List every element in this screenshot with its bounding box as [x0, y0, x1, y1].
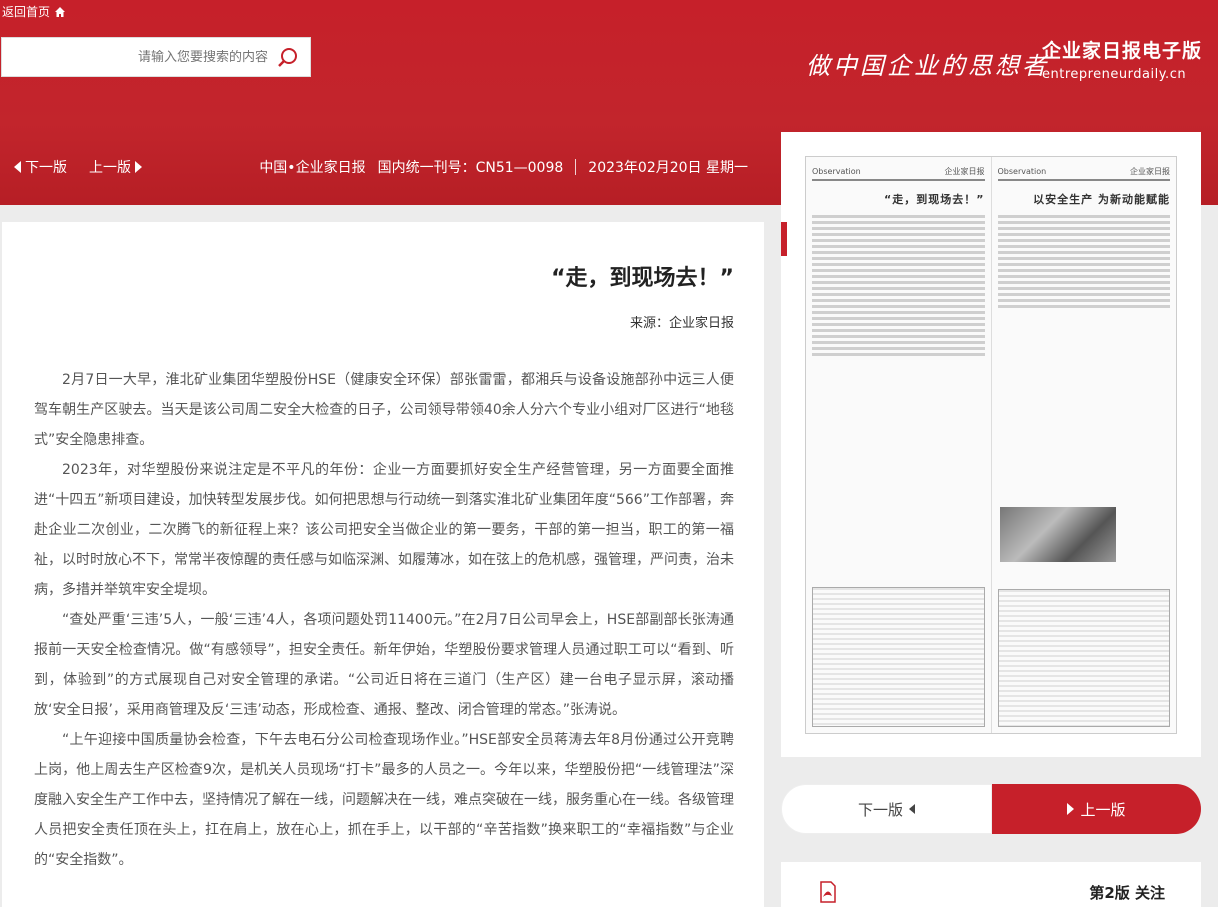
article-body: 2月7日一大早，淮北矿业集团华塑股份HSE（健康安全环保）部张雷雷，都湘兵与设备…	[34, 365, 734, 875]
newspaper-right-page[interactable]: Observation 企业家日报 以安全生产 为新动能赋能	[992, 157, 1177, 733]
article-paragraph: 2023年，对华塑股份来说注定是不平凡的年份：企业一方面要抓好安全生产经营管理，…	[34, 462, 734, 598]
newspaper-masthead: 企业家日报	[944, 166, 985, 176]
prev-page-label[interactable]: 上一版	[1080, 799, 1125, 820]
newspaper-head: Observation 企业家日报	[812, 163, 985, 181]
section-list: 第2版 关注	[781, 862, 1201, 907]
search-input[interactable]	[28, 49, 268, 65]
article-title: “走，到现场去！”	[551, 266, 734, 291]
arrow-left-icon	[909, 804, 915, 814]
arrow-right-icon	[1067, 803, 1075, 815]
issue-strip: 下一版 上一版 中国•企业家日报 国内统一刊号：CN51—0098 2023年0…	[0, 132, 764, 202]
home-link[interactable]: 返回首页	[2, 3, 66, 20]
newspaper-tag: Observation	[812, 166, 861, 176]
article-source: 来源：企业家日报	[629, 316, 734, 331]
page-pager: 下一版 上一版	[781, 784, 1201, 834]
newspaper-photo	[999, 507, 1116, 562]
arrow-right-icon	[135, 161, 142, 173]
next-page-button[interactable]: 下一版	[781, 784, 992, 834]
top-next-page-link[interactable]: 下一版	[14, 157, 67, 177]
newspaper-headline: 以安全生产 为新动能赋能	[1033, 193, 1170, 206]
issue-date: 2023年02月20日 星期一	[588, 160, 748, 176]
brand-title: 企业家日报电子版	[1041, 40, 1202, 62]
top-prev-page-link[interactable]: 上一版	[89, 157, 142, 177]
top-next-page-label[interactable]: 下一版	[25, 157, 67, 177]
arrow-left-icon	[14, 161, 21, 173]
thumbnail-marker	[781, 222, 787, 256]
pdf-icon[interactable]	[817, 881, 837, 903]
divider	[575, 159, 577, 175]
newspaper-tag: Observation	[997, 166, 1047, 176]
article-panel: “走，到现场去！” 来源：企业家日报 2月7日一大早，淮北矿业集团华塑股份HSE…	[2, 222, 764, 907]
newspaper-table-block	[997, 589, 1170, 727]
newspaper-head: Observation 企业家日报	[997, 163, 1170, 181]
brand-slogan: 做中国企业的思想者	[806, 52, 1049, 80]
newspaper-text	[997, 215, 1170, 308]
article-paragraph: “上午迎接中国质量协会检查，下午去电石分公司检查现场作业。”HSE部安全员蒋涛去…	[34, 732, 734, 868]
top-pager: 下一版 上一版	[14, 157, 142, 177]
brand-url: entrepreneurdaily.cn	[1041, 67, 1187, 82]
newspaper-ads-block	[812, 587, 985, 727]
home-icon	[55, 6, 66, 17]
newspaper-left-page[interactable]: Observation 企业家日报 “走，到现场去！”	[806, 157, 992, 733]
search-box	[1, 37, 311, 77]
newspaper-text	[812, 215, 985, 356]
next-page-label[interactable]: 下一版	[858, 799, 903, 820]
newspaper-headline: “走，到现场去！”	[884, 193, 985, 206]
issue-info: 中国•企业家日报 国内统一刊号：CN51—0098 2023年02月20日 星期…	[259, 157, 748, 177]
page-thumbnail-panel: Observation 企业家日报 “走，到现场去！” Observation …	[781, 132, 1201, 757]
newspaper-page-image[interactable]: Observation 企业家日报 “走，到现场去！” Observation …	[805, 156, 1177, 734]
home-link-label[interactable]: 返回首页	[2, 3, 50, 20]
cn-number: 国内统一刊号：CN51—0098	[377, 160, 564, 176]
search-icon[interactable]	[276, 45, 300, 69]
paper-name: 中国•企业家日报	[259, 160, 366, 176]
article-paragraph: “查处严重‘三违’5人，一般‘三违’4人，各项问题处罚11400元。”在2月7日…	[34, 612, 734, 718]
prev-page-button[interactable]: 上一版	[992, 784, 1201, 834]
brand-logo: 企业家日报电子版 entrepreneurdaily.cn	[1042, 36, 1202, 82]
article-paragraph: 2月7日一大早，淮北矿业集团华塑股份HSE（健康安全环保）部张雷雷，都湘兵与设备…	[34, 372, 734, 448]
newspaper-masthead: 企业家日报	[1130, 166, 1170, 176]
top-prev-page-label[interactable]: 上一版	[89, 157, 131, 177]
section-title[interactable]: 第2版 关注	[1089, 882, 1165, 903]
